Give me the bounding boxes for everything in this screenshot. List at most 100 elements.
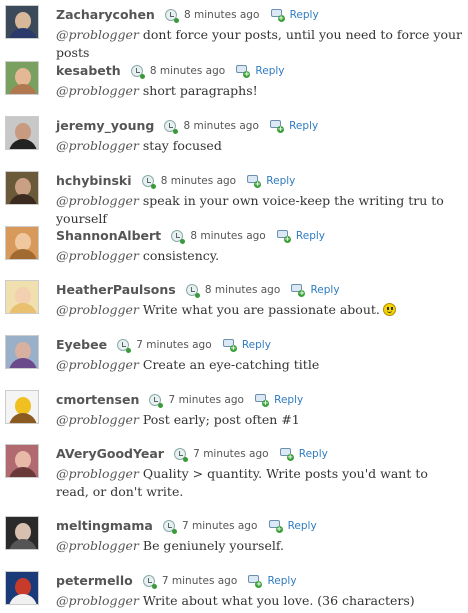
reply-icon[interactable]: +	[279, 448, 294, 461]
reply-button[interactable]: Reply	[266, 175, 295, 187]
reply-button[interactable]: Reply	[310, 284, 339, 296]
tweet-text: @problogger Write about what you love. (…	[56, 592, 464, 610]
tweet-feed: Zacharycohen 8 minutes ago + Reply @prob…	[0, 0, 468, 613]
avatar[interactable]	[5, 116, 39, 150]
mention-link[interactable]: @problogger	[56, 83, 139, 98]
reply-button[interactable]: Reply	[289, 120, 318, 132]
timestamp[interactable]: 8 minutes ago	[150, 65, 225, 77]
username-link[interactable]: AVeryGoodYear	[56, 446, 164, 461]
tweet-text: @problogger short paragraphs!	[56, 82, 464, 100]
tweet-meta: kesabeth 8 minutes ago + Reply	[56, 60, 285, 79]
mention-link[interactable]: @problogger	[56, 193, 139, 208]
reply-button[interactable]: Reply	[288, 520, 317, 532]
reply-button[interactable]: Reply	[274, 394, 303, 406]
mention-link[interactable]: @problogger	[56, 138, 139, 153]
clock-icon	[162, 519, 177, 534]
avatar[interactable]	[5, 5, 39, 39]
mention-link[interactable]: @problogger	[56, 357, 139, 372]
avatar[interactable]	[5, 390, 39, 424]
tweet-text: @problogger speak in your own voice-keep…	[56, 192, 464, 228]
mention-link[interactable]: @problogger	[56, 466, 139, 481]
username-link[interactable]: cmortensen	[56, 392, 139, 407]
clock-icon	[171, 229, 186, 244]
clock-icon	[164, 119, 179, 134]
tweet-text: @problogger Post early; post often #1	[56, 411, 464, 429]
avatar[interactable]	[5, 516, 39, 550]
reply-button[interactable]: Reply	[299, 448, 328, 460]
mention-link[interactable]: @problogger	[56, 593, 139, 608]
reply-button[interactable]: Reply	[290, 9, 319, 21]
tweet-body: Be geniunely yourself.	[138, 538, 284, 553]
timestamp[interactable]: 8 minutes ago	[161, 175, 236, 187]
reply-icon[interactable]: +	[269, 120, 284, 133]
timestamp[interactable]: 8 minutes ago	[205, 284, 280, 296]
tweet-meta: Eyebee 7 minutes ago + Reply	[56, 334, 271, 353]
avatar[interactable]	[5, 61, 39, 95]
username-link[interactable]: jeremy_young	[56, 118, 154, 133]
avatar[interactable]	[5, 335, 39, 369]
mention-link[interactable]: @problogger	[56, 302, 139, 317]
reply-icon[interactable]: +	[236, 65, 251, 78]
timestamp[interactable]: 8 minutes ago	[184, 9, 259, 21]
reply-icon[interactable]: +	[255, 394, 270, 407]
timestamp[interactable]: 7 minutes ago	[193, 448, 268, 460]
tweet-meta: petermello 7 minutes ago + Reply	[56, 570, 297, 589]
clock-icon	[130, 64, 145, 79]
clock-icon	[117, 338, 132, 353]
tweet-text: @problogger Write what you are passionat…	[56, 301, 464, 319]
username-link[interactable]: Eyebee	[56, 337, 107, 352]
username-link[interactable]: ShannonAlbert	[56, 228, 161, 243]
reply-icon[interactable]: +	[248, 575, 263, 588]
mention-link[interactable]: @problogger	[56, 538, 139, 553]
mention-link[interactable]: @problogger	[56, 27, 139, 42]
avatar[interactable]	[5, 280, 39, 314]
reply-icon[interactable]: +	[268, 520, 283, 533]
tweet-body: Write what you are passionate about.	[138, 302, 380, 317]
username-link[interactable]: petermello	[56, 573, 133, 588]
reply-button[interactable]: Reply	[296, 230, 325, 242]
avatar[interactable]	[5, 171, 39, 205]
tweet-body: Write about what you love. (36 character…	[138, 593, 415, 608]
tweet-text: @problogger consistency.	[56, 247, 464, 265]
reply-icon[interactable]: +	[291, 284, 306, 297]
reply-button[interactable]: Reply	[255, 65, 284, 77]
smiley-emoticon-icon	[382, 303, 396, 316]
timestamp[interactable]: 8 minutes ago	[184, 120, 259, 132]
tweet-body: short paragraphs!	[138, 83, 258, 98]
tweet-meta: jeremy_young 8 minutes ago + Reply	[56, 115, 318, 134]
tweet-text: @problogger Quality > quantity. Write po…	[56, 465, 464, 501]
tweet-body: stay focused	[138, 138, 222, 153]
username-link[interactable]: meltingmama	[56, 518, 153, 533]
username-link[interactable]: Zacharycohen	[56, 7, 155, 22]
timestamp[interactable]: 7 minutes ago	[169, 394, 244, 406]
username-link[interactable]: kesabeth	[56, 63, 121, 78]
clock-icon	[141, 174, 156, 189]
reply-icon[interactable]: +	[222, 339, 237, 352]
reply-icon[interactable]: +	[276, 230, 291, 243]
username-link[interactable]: HeatherPaulsons	[56, 282, 176, 297]
timestamp[interactable]: 7 minutes ago	[136, 339, 211, 351]
clock-icon	[174, 447, 189, 462]
clock-icon	[149, 393, 164, 408]
tweet-meta: cmortensen 7 minutes ago + Reply	[56, 389, 303, 408]
clock-icon	[142, 574, 157, 589]
avatar[interactable]	[5, 226, 39, 260]
timestamp[interactable]: 7 minutes ago	[182, 520, 257, 532]
tweet-text: @problogger dont force your posts, until…	[56, 26, 464, 62]
mention-link[interactable]: @problogger	[56, 412, 139, 427]
avatar[interactable]	[5, 444, 39, 478]
mention-link[interactable]: @problogger	[56, 248, 139, 263]
reply-icon[interactable]: +	[270, 9, 285, 22]
tweet-meta: hchybinski 8 minutes ago + Reply	[56, 170, 295, 189]
reply-button[interactable]: Reply	[242, 339, 271, 351]
timestamp[interactable]: 7 minutes ago	[162, 575, 237, 587]
reply-icon[interactable]: +	[247, 175, 262, 188]
avatar[interactable]	[5, 571, 39, 605]
username-link[interactable]: hchybinski	[56, 173, 132, 188]
tweet-text: @problogger Be geniunely yourself.	[56, 537, 464, 555]
timestamp[interactable]: 8 minutes ago	[190, 230, 265, 242]
reply-button[interactable]: Reply	[267, 575, 296, 587]
tweet-meta: AVeryGoodYear 7 minutes ago + Reply	[56, 443, 328, 462]
tweet-text: @problogger Create an eye-catching title	[56, 356, 464, 374]
tweet-body: consistency.	[138, 248, 220, 263]
